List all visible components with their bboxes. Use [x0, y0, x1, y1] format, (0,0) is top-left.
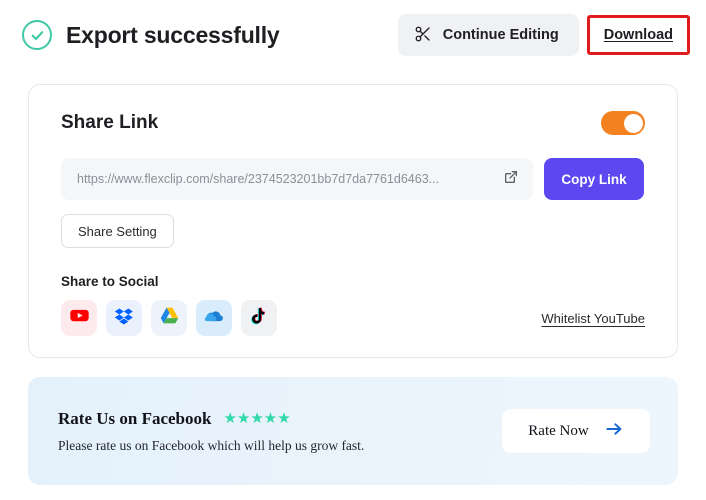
youtube-icon	[69, 305, 90, 331]
scissors-icon	[414, 25, 432, 46]
download-link[interactable]: Download	[604, 27, 673, 43]
tiktok-icon	[249, 306, 269, 331]
google-drive-icon	[159, 305, 180, 331]
export-success-page: Export successfully Continue Editing Dow…	[0, 0, 706, 500]
rate-us-subtitle: Please rate us on Facebook which will he…	[58, 437, 365, 453]
page-header: Export successfully Continue Editing Dow…	[0, 0, 706, 70]
copy-link-button[interactable]: Copy Link	[544, 158, 644, 200]
share-link-title: Share Link	[61, 112, 159, 133]
share-tiktok-button[interactable]	[241, 300, 277, 336]
social-icons	[61, 300, 277, 336]
arrow-right-icon	[605, 421, 624, 441]
share-youtube-button[interactable]	[61, 300, 97, 336]
share-dropbox-button[interactable]	[106, 300, 142, 336]
share-onedrive-button[interactable]	[196, 300, 232, 336]
social-row: Whitelist YouTube	[61, 300, 645, 336]
rate-now-label: Rate Now	[528, 422, 589, 439]
share-url-text: https://www.flexclip.com/share/237452320…	[77, 172, 440, 186]
share-to-social-title: Share to Social	[61, 274, 159, 289]
rate-title-row: Rate Us on Facebook ★★★★★	[58, 409, 364, 429]
rate-now-button[interactable]: Rate Now	[502, 409, 650, 453]
rate-us-title: Rate Us on Facebook	[58, 408, 212, 428]
share-url-field[interactable]: https://www.flexclip.com/share/237452320…	[61, 158, 533, 200]
external-link-icon[interactable]	[503, 169, 519, 190]
share-google-drive-button[interactable]	[151, 300, 187, 336]
check-circle-icon	[22, 20, 52, 50]
share-link-card: Share Link https://www.flexclip.com/shar…	[28, 84, 678, 358]
continue-editing-button[interactable]: Continue Editing	[397, 14, 579, 56]
toggle-knob	[623, 113, 643, 133]
onedrive-icon	[203, 305, 225, 332]
share-setting-button[interactable]: Share Setting	[61, 214, 174, 248]
continue-editing-label: Continue Editing	[442, 27, 559, 43]
rate-us-card: Rate Us on Facebook ★★★★★ Please rate us…	[28, 377, 678, 485]
share-link-toggle[interactable]	[601, 111, 645, 135]
header-actions: Continue Editing Download	[397, 14, 690, 56]
page-title: Export successfully	[66, 21, 280, 48]
star-rating: ★★★★★	[223, 410, 291, 427]
rate-text-column: Rate Us on Facebook ★★★★★ Please rate us…	[58, 409, 364, 454]
share-card-header: Share Link	[61, 111, 645, 135]
whitelist-youtube-link[interactable]: Whitelist YouTube	[541, 311, 645, 326]
dropbox-icon	[114, 306, 134, 331]
share-link-row: https://www.flexclip.com/share/237452320…	[61, 158, 645, 200]
download-highlight-box: Download	[586, 15, 690, 55]
